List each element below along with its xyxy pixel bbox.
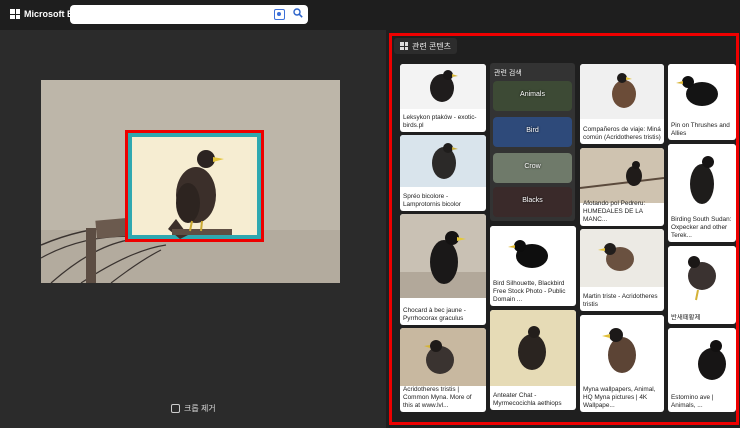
result-thumbnail xyxy=(400,328,486,386)
result-thumbnail xyxy=(580,315,664,389)
result-caption: Chocard à bec jaune - Pyrrhocorax gracul… xyxy=(403,307,466,322)
result-card-13[interactable]: 반새떼황제 xyxy=(668,246,736,324)
crop-selection-frame[interactable] xyxy=(125,130,264,242)
result-thumbnail xyxy=(400,214,486,298)
result-card-9[interactable]: Martin triste - Acridotheres tristis xyxy=(580,229,664,311)
result-thumbnail xyxy=(490,226,576,284)
result-card-3[interactable]: Chocard à bec jaune - Pyrrhocorax gracul… xyxy=(400,214,486,325)
result-caption: Compañeros de viaje: Miná común (Acridot… xyxy=(583,126,661,141)
microsoft-logo-icon xyxy=(10,9,20,19)
related-searches-title: 관련 검색 xyxy=(494,70,522,77)
result-caption: Anteater Chat - Myrmecocichla aethiops xyxy=(493,392,562,407)
tab-related-content[interactable]: 관련 콘텐츠 xyxy=(394,38,458,54)
search-input[interactable] xyxy=(76,7,266,22)
related-search-blacks[interactable]: Blacks xyxy=(493,187,572,217)
result-card-11[interactable]: Pin on Thrushes and Allies xyxy=(668,64,736,140)
visual-search-icon[interactable] xyxy=(274,9,285,20)
result-caption: Estornino ave | Animals, ... xyxy=(671,394,714,409)
result-caption: Martin triste - Acridotheres tristis xyxy=(583,293,658,308)
result-card-12[interactable]: Birding South Sudan: Oxpecker and other … xyxy=(668,144,736,242)
result-card-4[interactable]: Acridotheres tristis | Common Myna. More… xyxy=(400,328,486,412)
result-thumbnail xyxy=(580,64,664,119)
top-bar: Microsoft Bing xyxy=(0,0,740,30)
result-card-10[interactable]: Myna wallpapers, Animal, HQ Myna picture… xyxy=(580,315,664,412)
result-card-5[interactable]: Bird Silhouette, Blackbird Free Stock Ph… xyxy=(490,226,576,306)
result-caption: Pin on Thrushes and Allies xyxy=(671,122,730,137)
result-card-7[interactable]: Compañeros de viaje: Miná común (Acridot… xyxy=(580,64,664,144)
cropped-region xyxy=(128,133,261,239)
related-search-bird[interactable]: Bird xyxy=(493,117,572,147)
result-thumbnail xyxy=(668,64,736,120)
result-caption: Spréo bicolore - Lamprotornis bicolor xyxy=(403,193,461,208)
result-card-1[interactable]: Leksykon ptaków - exotic-birds.pl xyxy=(400,64,486,132)
remove-crop-button[interactable]: 크롭 제거 xyxy=(171,403,216,414)
remove-crop-label: 크롭 제거 xyxy=(184,404,216,413)
result-caption: Bird Silhouette, Blackbird Free Stock Ph… xyxy=(493,280,566,303)
grid-icon xyxy=(400,42,408,50)
related-search-animals[interactable]: Animals xyxy=(493,81,572,111)
result-card-2[interactable]: Spréo bicolore - Lamprotornis bicolor xyxy=(400,135,486,211)
result-caption: Acridotheres tristis | Common Myna. More… xyxy=(403,386,472,409)
result-thumbnail xyxy=(668,328,736,392)
result-caption: Myna wallpapers, Animal, HQ Myna picture… xyxy=(583,386,656,409)
result-card-8[interactable]: Afotando pol Pedreru: HUMEDALES DE LA MA… xyxy=(580,148,664,226)
search-icon[interactable] xyxy=(293,8,303,18)
result-thumbnail xyxy=(580,229,664,287)
result-thumbnail xyxy=(668,246,736,308)
result-caption: Afotando pol Pedreru: HUMEDALES DE LA MA… xyxy=(583,200,646,223)
result-thumbnail xyxy=(400,135,486,187)
result-thumbnail xyxy=(668,144,736,220)
related-searches: 관련 검색 Animals Bird Crow Blacks xyxy=(490,63,575,221)
result-card-6[interactable]: Anteater Chat - Myrmecocichla aethiops xyxy=(490,310,576,410)
related-search-crow[interactable]: Crow xyxy=(493,153,572,183)
result-caption: Birding South Sudan: Oxpecker and other … xyxy=(671,216,732,239)
search-box[interactable] xyxy=(70,5,308,24)
result-card-14[interactable]: Estornino ave | Animals, ... xyxy=(668,328,736,412)
result-thumbnail xyxy=(490,310,576,386)
crop-icon xyxy=(171,404,180,413)
result-caption: 반새떼황제 xyxy=(671,314,701,321)
result-thumbnail xyxy=(580,148,664,203)
tab-label: 관련 콘텐츠 xyxy=(412,41,452,51)
result-thumbnail xyxy=(400,64,486,109)
result-caption: Leksykon ptaków - exotic-birds.pl xyxy=(403,114,477,129)
